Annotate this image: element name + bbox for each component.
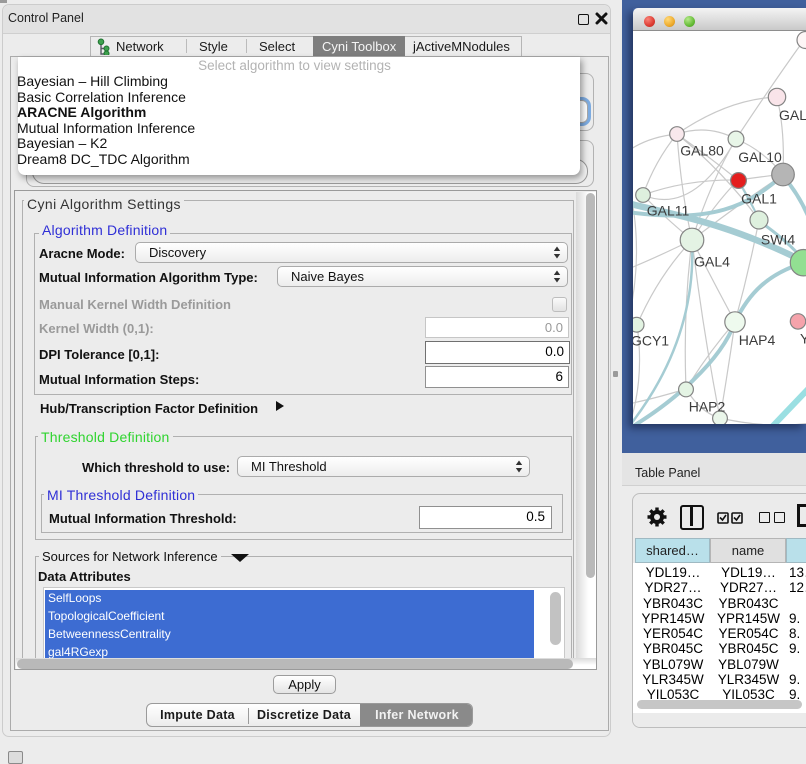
svg-text:HAP4: HAP4 <box>739 332 776 348</box>
svg-text:SWI4: SWI4 <box>761 232 795 248</box>
svg-text:GAL80: GAL80 <box>680 143 724 159</box>
svg-text:GAL4: GAL4 <box>694 254 730 270</box>
svg-text:GAL11: GAL11 <box>647 203 690 219</box>
svg-text:GAL7: GAL7 <box>779 107 806 123</box>
svg-text:HAP2: HAP2 <box>689 399 726 415</box>
svg-text:GAL1: GAL1 <box>741 191 777 207</box>
svg-text:GCY1: GCY1 <box>633 333 669 349</box>
svg-text:Y: Y <box>800 331 806 347</box>
svg-text:GAL10: GAL10 <box>738 149 782 165</box>
